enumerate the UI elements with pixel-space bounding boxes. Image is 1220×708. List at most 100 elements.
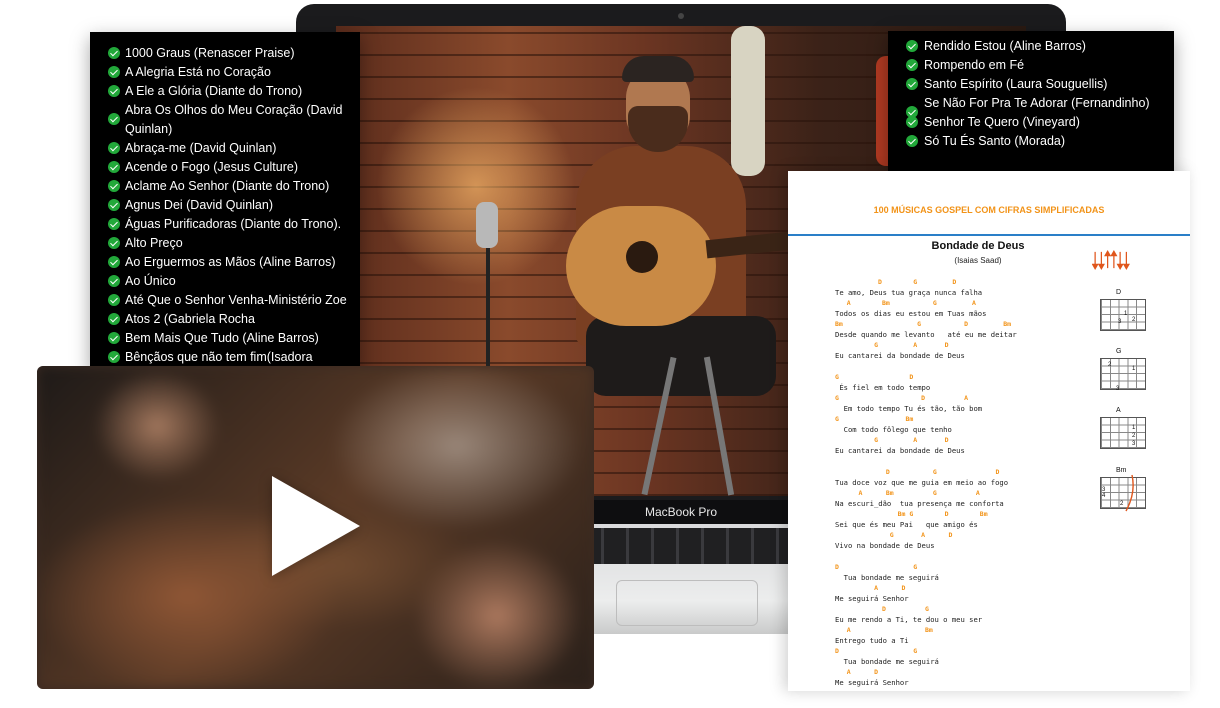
song-list-item: Agnus Dei (David Quinlan) xyxy=(108,196,352,215)
chord-line: D G xyxy=(835,563,918,571)
song-list-item: Ao Único xyxy=(108,272,352,291)
check-circle-icon xyxy=(108,275,120,287)
song-list-item: Bem Mais Que Tudo (Aline Barros) xyxy=(108,329,352,348)
chord-diagram-a: A 123 xyxy=(1088,407,1148,453)
chord-line: Bm G D Bm xyxy=(835,320,1012,328)
song-list-item-label: Bênçãos que não tem fim(Isadora xyxy=(125,350,313,364)
lyric-line: Eu cantarei da bondade de Deus xyxy=(835,445,965,455)
song-list-item-label: Senhor Te Quero (Vineyard) xyxy=(924,115,1080,129)
song-list-item-label: Águas Purificadoras (Diante do Trono). xyxy=(125,217,342,231)
lyric-line: Tua doce voz que me guia em meio ao fogo xyxy=(835,477,1009,487)
check-circle-icon xyxy=(906,116,918,128)
song-list-item-label: Atos 2 (Gabriela Rocha xyxy=(125,312,255,326)
song-list-item: Rompendo em Fé xyxy=(906,56,1166,75)
song-list-item: Abra Os Olhos do Meu Coração (David Quin… xyxy=(108,101,352,139)
play-icon[interactable] xyxy=(272,476,360,576)
lyric-line: És fiel em todo tempo xyxy=(835,382,931,392)
lyric-line: Com todo fôlego que tenho xyxy=(835,424,952,434)
check-circle-icon xyxy=(108,237,120,249)
check-circle-icon xyxy=(108,66,120,78)
chord-line: Bm G D Bm xyxy=(835,510,988,518)
song-list-item-label: Ao Único xyxy=(125,274,176,288)
sheet-header: 100 MÚSICAS GOSPEL COM CIFRAS SIMPLIFICA… xyxy=(873,205,1105,215)
song-list-item-label: Acende o Fogo (Jesus Culture) xyxy=(125,160,299,174)
lyric-line: Me seguirá Senhor xyxy=(835,677,909,687)
check-circle-icon xyxy=(906,135,918,147)
chord-lyrics: D G D Te amo, Deus tua graça nunca falha … xyxy=(835,277,1085,688)
song-list-item-label: Rendido Estou (Aline Barros) xyxy=(924,39,1086,53)
lyric-line: Eu cantarei da bondade de Deus xyxy=(835,350,965,360)
song-list-item: Rendido Estou (Aline Barros) xyxy=(906,37,1166,56)
chord-line: D G xyxy=(835,605,929,613)
video-player[interactable] xyxy=(37,366,594,689)
check-circle-icon xyxy=(108,294,120,306)
barre-arc-icon xyxy=(1125,474,1134,512)
chord-line: D G D xyxy=(835,278,957,286)
lyric-line: Entrego tudo a Ti xyxy=(835,635,909,645)
chord-line: G A D xyxy=(835,436,949,444)
song-list-item-label: A Alegria Está no Coração xyxy=(125,65,271,79)
strum-arrows-icon xyxy=(1092,249,1130,271)
song-list-item-label: Rompendo em Fé xyxy=(924,58,1025,72)
lyric-line: Eu me rendo a Ti, te dou o meu ser xyxy=(835,614,983,624)
song-list-item-label: Até Que o Senhor Venha-Ministério Zoe xyxy=(125,293,347,307)
lyric-line: Te amo, Deus tua graça nunca falha xyxy=(835,287,983,297)
song-list-item: A Ele a Glória (Diante do Trono) xyxy=(108,82,352,101)
stanza-gap xyxy=(835,456,1085,467)
check-circle-icon xyxy=(108,142,120,154)
check-circle-icon xyxy=(108,113,120,125)
song-list-item-label: Agnus Dei (David Quinlan) xyxy=(125,198,273,212)
song-list-item: 1000 Graus (Renascer Praise) xyxy=(108,44,352,63)
check-circle-icon xyxy=(108,161,120,173)
song-list-item-label: Aclame Ao Senhor (Diante do Trono) xyxy=(125,179,330,193)
chord-line: A D xyxy=(835,668,879,676)
chord-line: A Bm G A xyxy=(835,489,980,497)
song-checklist-right: Rendido Estou (Aline Barros) Rompendo em … xyxy=(888,31,1174,172)
chord-line: A Bm G A xyxy=(835,299,976,307)
lyric-line: Em todo tempo Tu és tão, tão bom xyxy=(835,403,983,413)
song-list-item: Senhor Te Quero (Vineyard) xyxy=(906,113,1166,132)
song-list-item-label: Se Não For Pra Te Adorar (Fernandinho) xyxy=(924,96,1150,110)
check-circle-icon xyxy=(108,180,120,192)
song-list-item: Só Tu És Santo (Morada) xyxy=(906,132,1166,151)
song-list-item-label: Ao Erguermos as Mãos (Aline Barros) xyxy=(125,255,336,269)
song-list-item-label: Bem Mais Que Tudo (Aline Barros) xyxy=(125,331,319,345)
song-list-item: Até Que o Senhor Venha-Ministério Zoe xyxy=(108,291,352,310)
lyric-line: Todos os dias eu estou em Tuas mãos xyxy=(835,308,987,318)
check-circle-icon xyxy=(906,78,918,90)
song-list-item-label: 1000 Graus (Renascer Praise) xyxy=(125,46,295,60)
song-list-item-label: A Ele a Glória (Diante do Trono) xyxy=(125,84,303,98)
lyric-line: Vivo na bondade de Deus xyxy=(835,540,935,550)
lyric-line: Na escuri_dão tua presença me conforta xyxy=(835,498,1004,508)
song-list-item: Bênçãos que não tem fim(Isadora xyxy=(108,348,352,367)
check-circle-icon xyxy=(906,59,918,71)
song-list-item-label: Santo Espírito (Laura Souguellis) xyxy=(924,77,1108,91)
song-list-item: Abraça-me (David Quinlan) xyxy=(108,139,352,158)
song-list-item: Ao Erguermos as Mãos (Aline Barros) xyxy=(108,253,352,272)
song-list-item-label: Abra Os Olhos do Meu Coração (David Quin… xyxy=(125,103,343,136)
sheet-divider xyxy=(788,234,1190,236)
song-list-item: Santo Espírito (Laura Souguellis) xyxy=(906,75,1166,94)
chord-line: A Bm xyxy=(835,626,933,634)
chord-line: G A D xyxy=(835,531,953,539)
lyric-line: Me seguirá Senhor xyxy=(835,593,909,603)
check-circle-icon xyxy=(108,199,120,211)
song-list-item-label: Abraça-me (David Quinlan) xyxy=(125,141,277,155)
check-circle-icon xyxy=(108,85,120,97)
chord-line: G A D xyxy=(835,341,949,349)
chord-line: A D xyxy=(835,584,906,592)
chord-line: G D xyxy=(835,373,914,381)
chord-diagram-g: G 213 xyxy=(1088,348,1148,394)
check-circle-icon xyxy=(906,40,918,52)
check-circle-icon xyxy=(108,332,120,344)
song-list-item: Acende o Fogo (Jesus Culture) xyxy=(108,158,352,177)
chord-diagram-d: D 132 xyxy=(1088,289,1148,335)
chord-sheet: 100 MÚSICAS GOSPEL COM CIFRAS SIMPLIFICA… xyxy=(788,171,1190,691)
lyric-line: Tua bondade me seguirá xyxy=(835,656,939,666)
song-list-item-label: Alto Preço xyxy=(125,236,183,250)
song-list-item: Águas Purificadoras (Diante do Trono). xyxy=(108,215,352,234)
check-circle-icon xyxy=(108,351,120,363)
chord-line: D G xyxy=(835,647,918,655)
check-circle-icon xyxy=(108,313,120,325)
check-circle-icon xyxy=(108,47,120,59)
